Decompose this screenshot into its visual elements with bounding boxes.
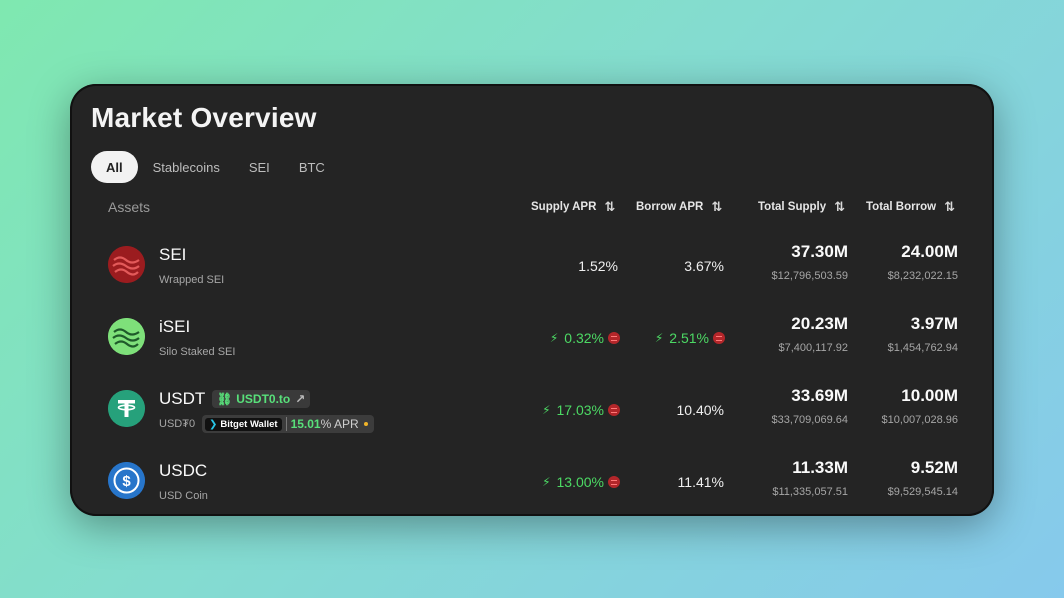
total-supply-value: 33.69M xyxy=(791,386,848,405)
lightning-icon: ⚡ xyxy=(549,331,559,345)
supply-apr-header-label: Supply APR xyxy=(531,201,597,213)
svg-text:$: $ xyxy=(122,473,131,490)
bitget-wallet-badge[interactable]: ❯ Bitget Wallet 15.01 % APR xyxy=(202,415,374,433)
lightning-icon: ⚡ xyxy=(542,403,551,417)
bitget-apr-suffix: % APR xyxy=(320,417,359,431)
asset-symbol: SEI xyxy=(159,245,187,264)
supply-apr-cell[interactable]: ⚡ 13.00% xyxy=(510,474,620,490)
status-dot-icon xyxy=(363,422,368,426)
total-borrow-usd: $9,529,545.14 xyxy=(887,486,958,498)
tab-all[interactable]: All xyxy=(91,151,138,183)
borrow-apr-header[interactable]: Borrow APR ⇅ xyxy=(636,199,722,215)
bitget-apr-value: 15.01 xyxy=(290,417,321,431)
reward-token-icon xyxy=(608,476,620,488)
total-borrow-value: 10.00M xyxy=(901,386,958,405)
asset-name: USD₮0 xyxy=(159,418,196,430)
total-borrow-usd: $8,232,022.15 xyxy=(887,270,958,282)
total-borrow-usd: $1,454,762.94 xyxy=(887,342,958,354)
supply-apr-cell[interactable]: ⚡ 0.32% xyxy=(510,330,620,346)
borrow-apr-value: 3.67% xyxy=(684,258,724,274)
usdt0-link-badge[interactable]: ⛓ USDT0.to ↗ xyxy=(212,390,311,408)
borrow-apr-cell[interactable]: ⚡ 2.51% xyxy=(615,330,725,346)
total-supply-value: 20.23M xyxy=(791,314,848,333)
supply-apr-value: 0.32% xyxy=(564,330,604,346)
isei-logo-icon xyxy=(108,318,145,355)
lightning-icon: ⚡ xyxy=(542,475,551,489)
supply-apr-value: 17.03% xyxy=(556,402,604,418)
total-borrow-value: 24.00M xyxy=(901,242,958,261)
reward-token-icon xyxy=(608,404,620,416)
sort-icon[interactable]: ⇅ xyxy=(834,199,845,215)
total-supply-usd: $7,400,117.92 xyxy=(778,342,848,354)
reward-token-icon xyxy=(713,332,725,344)
table-row[interactable]: SEI Wrapped SEI 1.52% 3.67% 37.30M $12,7… xyxy=(70,228,994,300)
chevron-right-icon: ❯ xyxy=(209,418,218,430)
sort-icon[interactable]: ⇅ xyxy=(944,199,955,215)
asset-symbol: USDC xyxy=(159,461,208,480)
total-borrow-value: 3.97M xyxy=(910,314,958,333)
usdt-logo-icon xyxy=(108,390,145,427)
external-link-icon: ↗ xyxy=(295,392,306,406)
total-borrow-header[interactable]: Total Borrow ⇅ xyxy=(866,199,955,215)
assets-header: Assets xyxy=(108,199,151,215)
table-row[interactable]: iSEI Silo Staked SEI ⚡ 0.32% ⚡ 2.51% 20.… xyxy=(70,300,994,372)
tab-btc[interactable]: BTC xyxy=(285,151,339,183)
asset-name: USD Coin xyxy=(159,490,208,502)
table-row[interactable]: $ USDC USD Coin ⚡ 13.00% 11.41% 11.33M $… xyxy=(70,444,994,516)
supply-apr-value: 13.00% xyxy=(556,474,604,490)
total-supply-header[interactable]: Total Supply ⇅ xyxy=(758,199,845,215)
asset-name: Wrapped SEI xyxy=(159,274,225,286)
asset-name: Silo Staked SEI xyxy=(159,346,236,358)
page-title: Market Overview xyxy=(91,102,317,133)
sei-logo-icon xyxy=(108,246,145,283)
total-borrow-value: 9.52M xyxy=(910,458,958,477)
lightning-icon: ⚡ xyxy=(654,331,664,345)
borrow-apr-value: 11.41% xyxy=(677,474,724,490)
total-borrow-usd: $10,007,028.96 xyxy=(881,414,958,426)
total-supply-value: 37.30M xyxy=(791,242,848,261)
supply-apr-header[interactable]: Supply APR ⇅ xyxy=(531,199,615,215)
total-borrow-header-label: Total Borrow xyxy=(866,201,937,213)
market-overview-card: Market Overview All Stablecoins SEI BTC … xyxy=(70,84,994,516)
asset-symbol: USDT xyxy=(159,389,206,408)
supply-apr-cell[interactable]: ⚡ 17.03% xyxy=(510,402,620,418)
bitget-wallet-label: Bitget Wallet xyxy=(220,418,278,430)
divider xyxy=(285,417,287,431)
sort-icon[interactable]: ⇅ xyxy=(604,199,615,215)
total-supply-header-label: Total Supply xyxy=(758,201,827,213)
usdc-logo-icon: $ xyxy=(108,462,145,499)
total-supply-usd: $11,335,057.51 xyxy=(772,486,848,498)
usdt0-icon: ⛓ xyxy=(217,392,233,406)
borrow-apr-value: 10.40% xyxy=(676,402,724,418)
supply-apr-value: 1.52% xyxy=(578,258,618,274)
borrow-apr-value: 2.51% xyxy=(669,330,709,346)
sort-icon[interactable]: ⇅ xyxy=(711,199,722,215)
tab-stablecoins[interactable]: Stablecoins xyxy=(139,151,234,183)
usdt0-link-label: USDT0.to xyxy=(236,392,291,406)
filter-tabs: All Stablecoins SEI BTC xyxy=(91,151,340,183)
total-supply-usd: $33,709,069.64 xyxy=(771,414,848,426)
total-supply-value: 11.33M xyxy=(792,458,848,477)
borrow-apr-header-label: Borrow APR xyxy=(636,201,704,213)
table-row[interactable]: USDT ⛓ USDT0.to ↗ USD₮0 ❯ Bitget Wallet 1… xyxy=(70,372,994,444)
asset-symbol: iSEI xyxy=(159,317,191,336)
total-supply-usd: $12,796,503.59 xyxy=(771,270,848,282)
tab-sei[interactable]: SEI xyxy=(235,151,284,183)
bitget-wallet-logo: ❯ Bitget Wallet xyxy=(205,417,282,431)
